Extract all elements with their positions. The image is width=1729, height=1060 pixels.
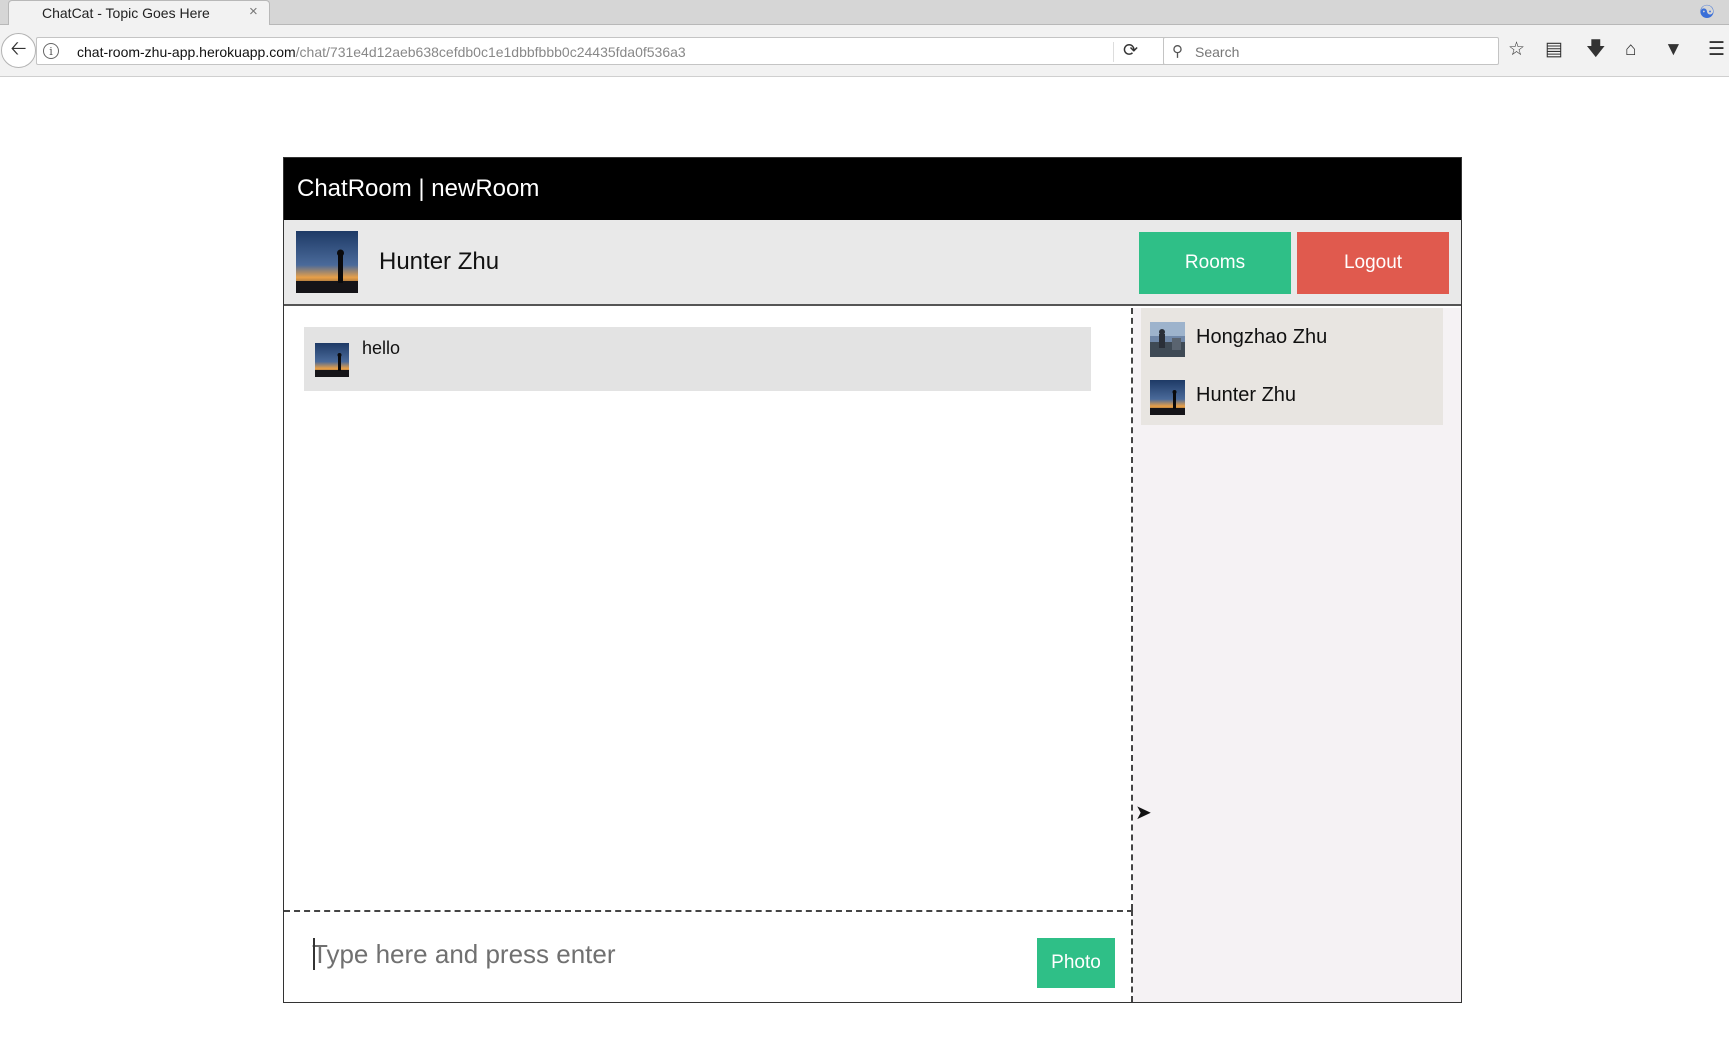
url-host: chat-room-zhu-app.herokuapp.com xyxy=(77,44,296,60)
browser-tab[interactable]: ChatCat - Topic Goes Here × xyxy=(8,0,270,26)
message-input[interactable] xyxy=(312,932,1012,976)
message-text: hello xyxy=(362,338,401,358)
user-bar: Hunter Zhu Rooms Logout xyxy=(284,220,1461,306)
browser-tab-strip: ChatCat - Topic Goes Here × ☯ xyxy=(0,0,1729,26)
mouse-cursor-icon: ➤ xyxy=(1135,802,1152,824)
chat-messages[interactable]: hello xyxy=(284,308,1133,910)
rooms-button[interactable]: Rooms xyxy=(1139,232,1291,294)
logout-button[interactable]: Logout xyxy=(1297,232,1449,294)
user-avatar xyxy=(1150,380,1185,415)
current-user-name: Hunter Zhu xyxy=(379,248,500,275)
chat-app: ChatRoom | newRoom Hunter Zhu Rooms Logo… xyxy=(283,157,1462,1003)
chat-message: hello xyxy=(304,327,1091,391)
photo-button[interactable]: Photo xyxy=(1037,938,1115,988)
user-list-item[interactable]: Hunter Zhu xyxy=(1141,366,1443,426)
info-icon[interactable]: i xyxy=(43,43,59,59)
users-panel: Hongzhao Zhu Hunter Zhu xyxy=(1133,308,1461,1002)
bookmark-star-icon[interactable]: ☆ xyxy=(1508,39,1525,61)
search-bar[interactable]: ⚲ Search xyxy=(1163,37,1499,65)
menu-icon[interactable]: ☰ xyxy=(1708,39,1725,61)
download-icon[interactable]: 🡇 xyxy=(1586,39,1606,61)
user-avatar xyxy=(296,231,358,293)
url-separator xyxy=(1113,42,1114,62)
compose-area: Photo xyxy=(284,910,1133,1002)
user-name: Hunter Zhu xyxy=(1196,384,1297,406)
url-bar[interactable]: i chat-room-zhu-app.herokuapp.com/chat/7… xyxy=(36,37,1183,65)
pocket-icon[interactable]: ▼ xyxy=(1664,39,1683,61)
message-avatar xyxy=(315,343,349,377)
url-path: /chat/731e4d12aeb638cefdb0c1e1dbbfbbb0c2… xyxy=(295,44,686,60)
reload-icon[interactable]: ⟳ xyxy=(1123,40,1138,61)
home-icon[interactable]: ⌂ xyxy=(1625,39,1636,61)
app-title: ChatRoom | newRoom xyxy=(297,175,540,202)
user-list-item[interactable]: Hongzhao Zhu xyxy=(1141,308,1443,368)
tab-close-icon[interactable]: × xyxy=(249,3,258,20)
app-header: ChatRoom | newRoom xyxy=(284,158,1461,220)
browser-navbar: 🡠 i chat-room-zhu-app.herokuapp.com/chat… xyxy=(0,25,1729,77)
search-placeholder: Search xyxy=(1195,44,1240,60)
user-avatar xyxy=(1150,322,1185,357)
back-arrow-icon[interactable]: 🡠 xyxy=(1,33,36,68)
user-name: Hongzhao Zhu xyxy=(1196,326,1328,348)
text-caret xyxy=(313,938,315,970)
url-text[interactable]: chat-room-zhu-app.herokuapp.com/chat/731… xyxy=(77,44,686,60)
reading-list-icon[interactable]: ▤ xyxy=(1545,39,1563,61)
tab-title: ChatCat - Topic Goes Here xyxy=(42,5,210,21)
search-icon: ⚲ xyxy=(1172,43,1183,60)
extension-icon[interactable]: ☯ xyxy=(1699,2,1715,23)
